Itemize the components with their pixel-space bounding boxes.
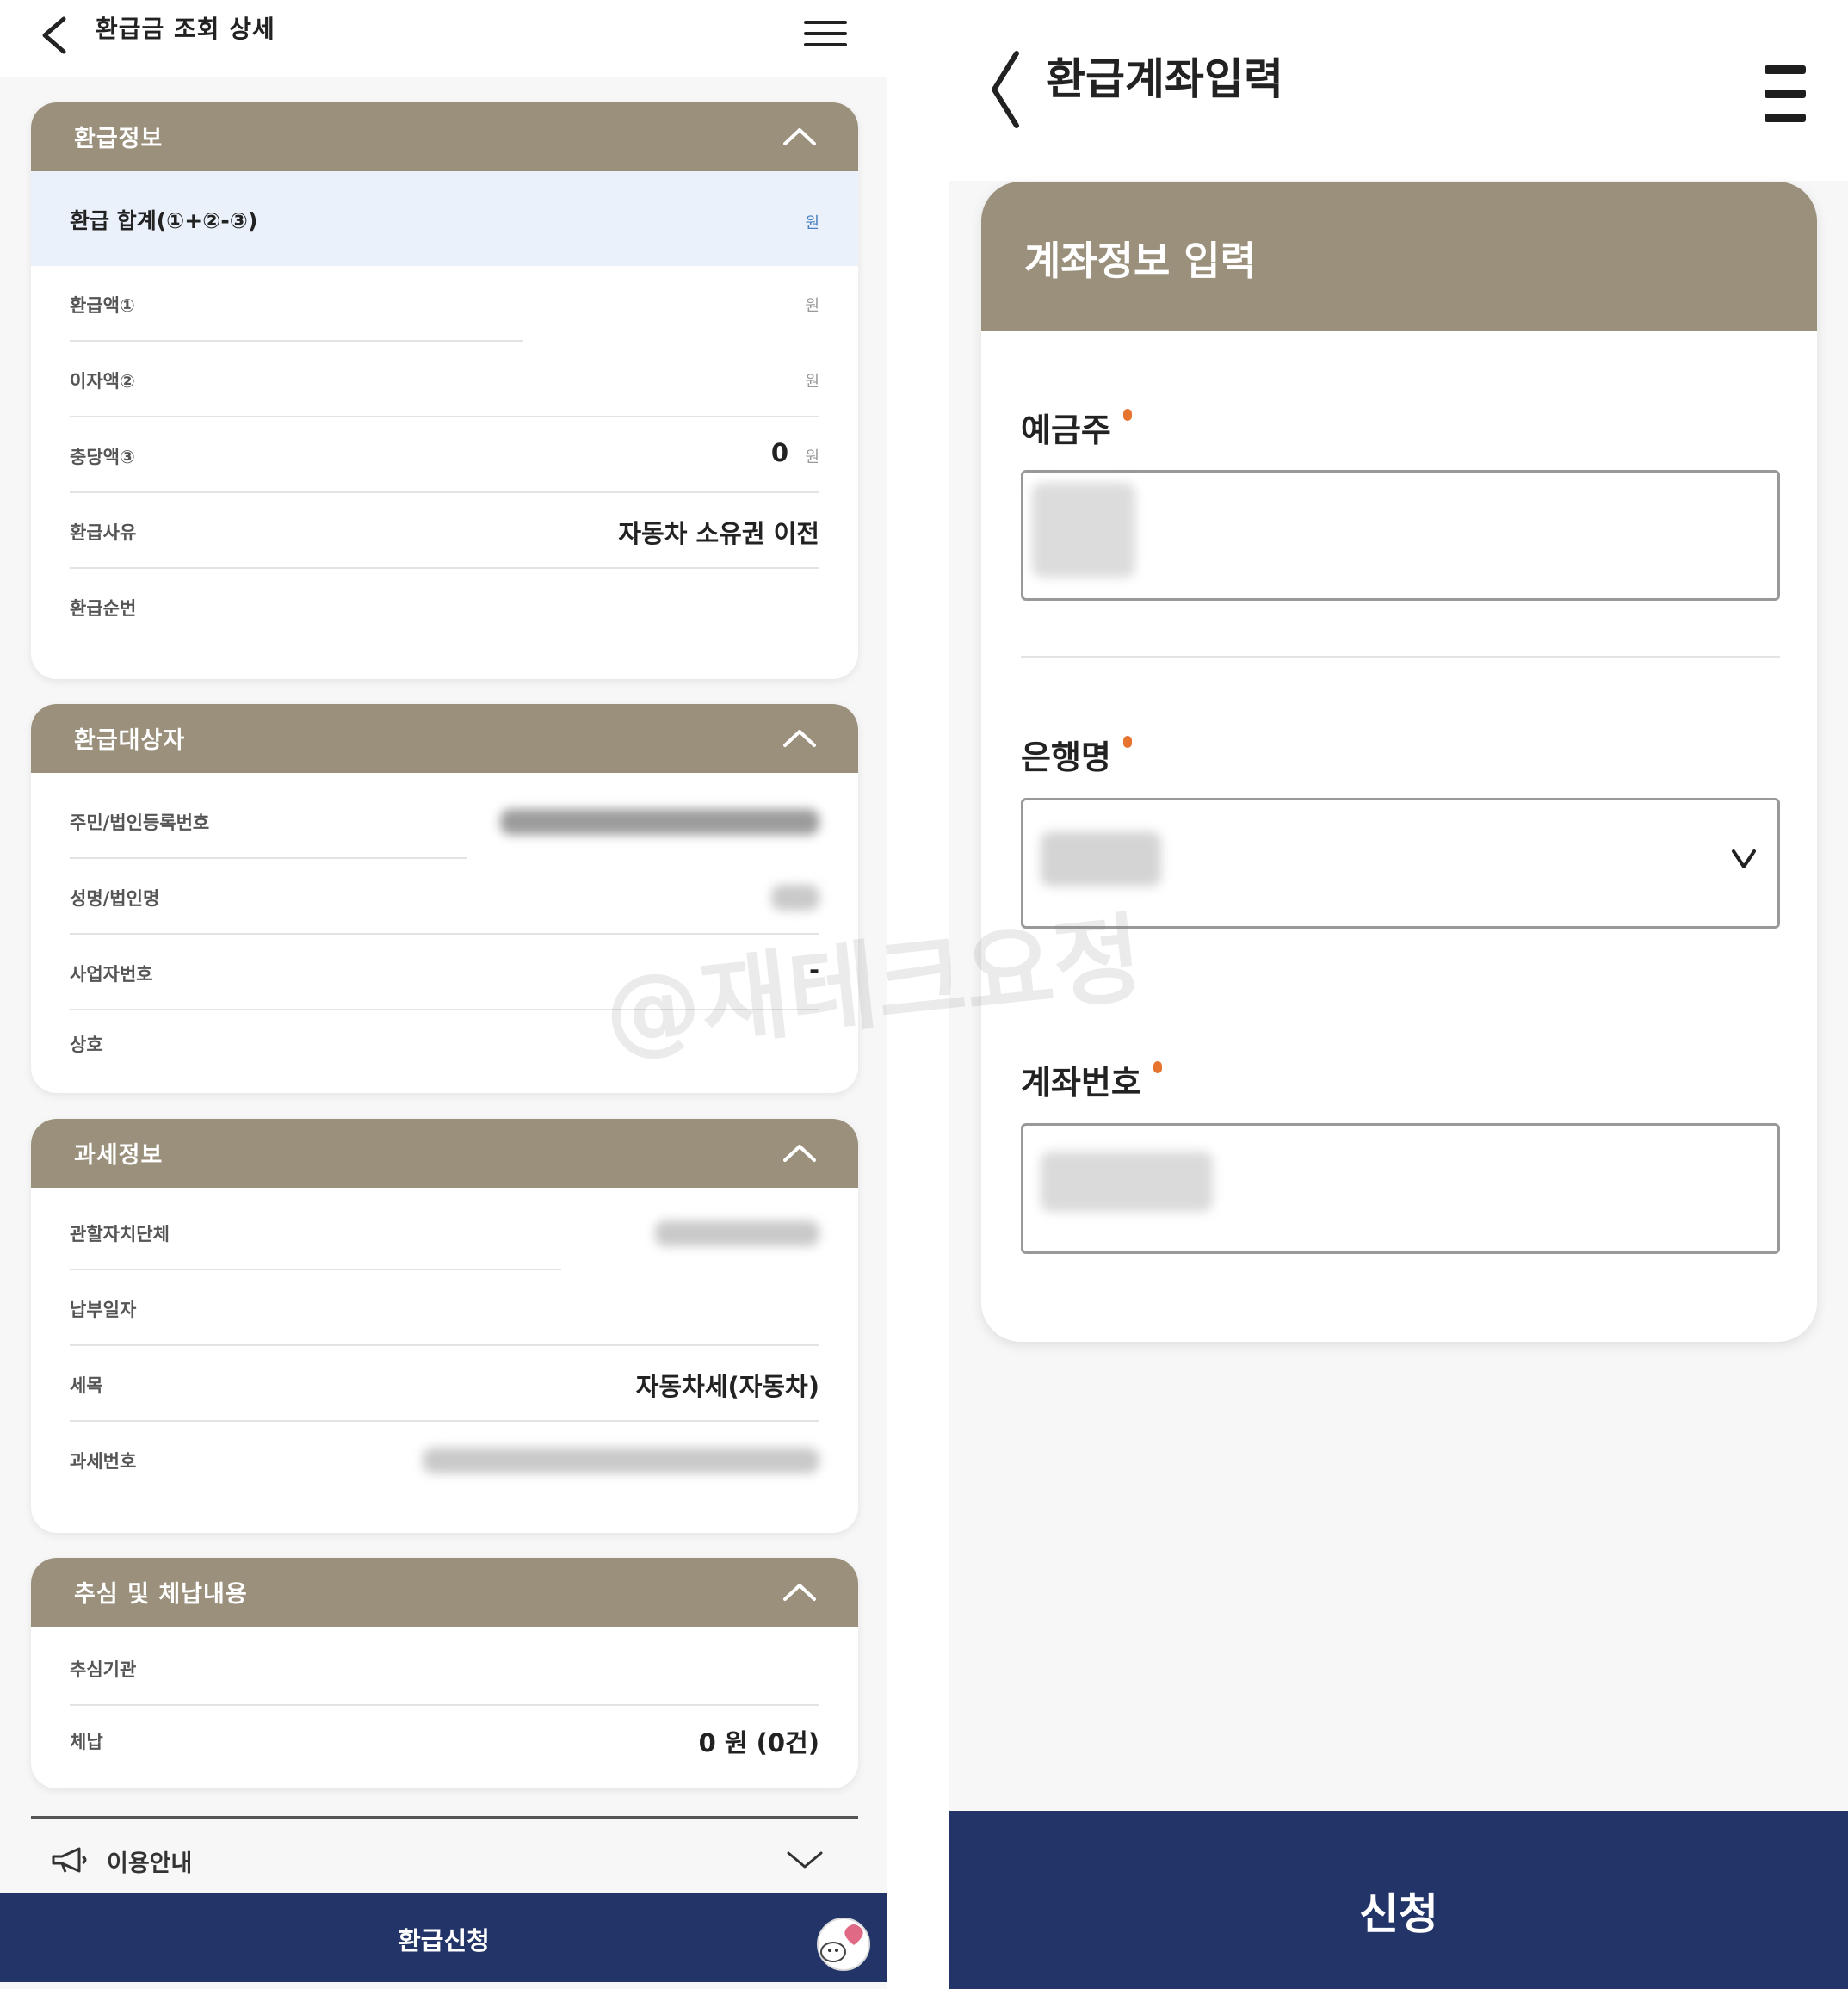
page-title: 환급계좌입력 [1046, 54, 1283, 104]
row-label: 체납 [70, 1732, 103, 1752]
refund-info-card: 환급정보 환급 합계(①+②-③) 원 환급액① 원 이자액② 원 충당액③ 0… [31, 102, 858, 679]
row-unit: 원 [805, 297, 819, 315]
redacted-value [423, 1448, 819, 1473]
row-label: 환급순번 [70, 598, 137, 619]
refund-apply-label: 환급신청 [398, 1926, 490, 1955]
row-label: 주민/법인등록번호 [70, 812, 210, 833]
row-label: 추심기관 [70, 1659, 137, 1680]
interest-amount-row: 이자액② 원 [70, 342, 819, 417]
trade-name-row: 상호 [70, 1005, 819, 1081]
chevron-up-icon[interactable] [782, 1580, 817, 1603]
registration-number-row: 주민/법인등록번호 [70, 783, 819, 859]
row-value: 자동차 소유권 이전 [618, 519, 819, 548]
refund-reason-row: 환급사유 자동차 소유권 이전 [70, 493, 819, 569]
collection-agency-row: 추심기관 [70, 1630, 819, 1706]
refund-amount-row: 환급액① 원 [70, 266, 819, 342]
tax-info-card: 과세정보 관할자치단체 납부일자 세목 자동차세(자동차) 과세번호 [31, 1119, 858, 1533]
refund-target-header[interactable]: 환급대상자 [31, 704, 858, 773]
name-row: 성명/법인명 [70, 859, 819, 935]
account-number-input[interactable] [1021, 1123, 1780, 1254]
account-holder-label: 예금주 [1021, 404, 1132, 451]
top-bar: 환급금 조회 상세 [0, 0, 887, 77]
row-label: 이자액② [70, 371, 135, 392]
row-unit: 원 [805, 448, 819, 466]
jurisdiction-row: 관할자치단체 [70, 1195, 819, 1270]
redacted-value [655, 1220, 819, 1246]
hamburger-menu-icon[interactable] [804, 21, 847, 52]
apply-button[interactable]: 신청 [949, 1811, 1848, 1989]
account-holder-input[interactable] [1021, 470, 1780, 601]
tax-item-row: 세목 자동차세(자동차) [70, 1346, 819, 1422]
top-bar: 환급계좌입력 [949, 0, 1848, 181]
refund-apply-button[interactable]: 환급신청 [0, 1893, 887, 1982]
redacted-value [771, 885, 819, 911]
row-label: 환급사유 [70, 522, 137, 543]
row-unit: 원 [805, 373, 819, 391]
redacted-value [1032, 483, 1135, 578]
refund-target-card: 환급대상자 주민/법인등록번호 성명/법인명 사업자번호 - 상호 [31, 704, 858, 1093]
redacted-value [500, 809, 819, 835]
row-label: 충당액③ [70, 447, 135, 467]
account-info-header: 계좌정보 입력 [981, 182, 1817, 331]
row-label: 과세번호 [70, 1451, 137, 1472]
row-label: 상호 [70, 1035, 103, 1055]
row-label: 환급액① [70, 295, 135, 316]
redacted-value [1041, 831, 1161, 886]
collection-card: 추심 및 체납내용 추심기관 체납 0 원 (0건) [31, 1558, 858, 1788]
refund-info-header[interactable]: 환급정보 [31, 102, 858, 171]
usage-guide-label: 이용안내 [107, 1850, 193, 1877]
offset-amount-row: 충당액③ 0 원 [70, 417, 819, 493]
row-value: 0 [770, 438, 788, 467]
tax-info-header[interactable]: 과세정보 [31, 1119, 858, 1188]
arrears-row: 체납 0 원 (0건) [70, 1702, 819, 1778]
account-info-panel: 계좌정보 입력 예금주 은행명 계좌번호 [981, 182, 1817, 1342]
required-dot-icon [1153, 1061, 1162, 1073]
chevron-up-icon[interactable] [782, 726, 817, 749]
row-value: 0 원 (0건) [698, 1728, 819, 1757]
chevron-up-icon[interactable] [782, 125, 817, 147]
bank-name-label: 은행명 [1021, 731, 1132, 778]
panel-title: 계좌정보 입력 [1024, 238, 1257, 284]
refund-total-unit: 원 [805, 214, 819, 232]
chevron-up-icon[interactable] [782, 1141, 817, 1164]
row-label: 납부일자 [70, 1300, 137, 1320]
row-value: - [808, 955, 819, 985]
account-number-label: 계좌번호 [1021, 1056, 1162, 1103]
usage-guide-toggle[interactable]: 이용안내 [31, 1816, 858, 1893]
row-label: 세목 [70, 1375, 103, 1396]
section-title: 환급정보 [74, 126, 164, 152]
section-title: 과세정보 [74, 1142, 164, 1169]
back-chevron-icon[interactable] [38, 15, 72, 55]
payment-date-row: 납부일자 [70, 1270, 819, 1346]
section-title: 환급대상자 [74, 727, 186, 754]
row-value: 자동차세(자동차) [635, 1372, 819, 1401]
refund-detail-screen: 환급금 조회 상세 환급정보 환급 합계(①+②-③) 원 환급액① 원 이자액… [0, 0, 887, 1989]
collection-header[interactable]: 추심 및 체납내용 [31, 1558, 858, 1627]
row-label: 성명/법인명 [70, 888, 160, 909]
account-input-screen: 환급계좌입력 계좌정보 입력 예금주 은행명 계좌번호 신청 [949, 0, 1848, 1989]
tax-number-row: 과세번호 [70, 1422, 819, 1498]
page-title: 환급금 조회 상세 [96, 15, 275, 43]
chevron-down-icon[interactable] [786, 1850, 824, 1870]
row-label: 사업자번호 [70, 964, 153, 985]
row-label: 관할자치단체 [70, 1224, 170, 1245]
business-number-row: 사업자번호 - [70, 935, 819, 1010]
chevron-down-icon[interactable] [1729, 843, 1758, 873]
refund-total-row: 환급 합계(①+②-③) 원 [31, 171, 858, 266]
mascot-badge-icon [817, 1918, 870, 1971]
megaphone-icon [52, 1847, 87, 1873]
section-title: 추심 및 체납내용 [74, 1581, 248, 1608]
hamburger-menu-icon[interactable] [1765, 65, 1806, 122]
refund-total-label: 환급 합계(①+②-③) [70, 208, 258, 233]
refund-sequence-row: 환급순번 [70, 569, 819, 645]
bank-name-select[interactable] [1021, 798, 1780, 929]
required-dot-icon [1122, 736, 1132, 748]
required-dot-icon [1122, 409, 1132, 421]
redacted-value [1041, 1152, 1213, 1212]
back-chevron-icon[interactable] [989, 50, 1023, 129]
apply-label: 신청 [1359, 1889, 1438, 1939]
divider [1021, 656, 1780, 658]
